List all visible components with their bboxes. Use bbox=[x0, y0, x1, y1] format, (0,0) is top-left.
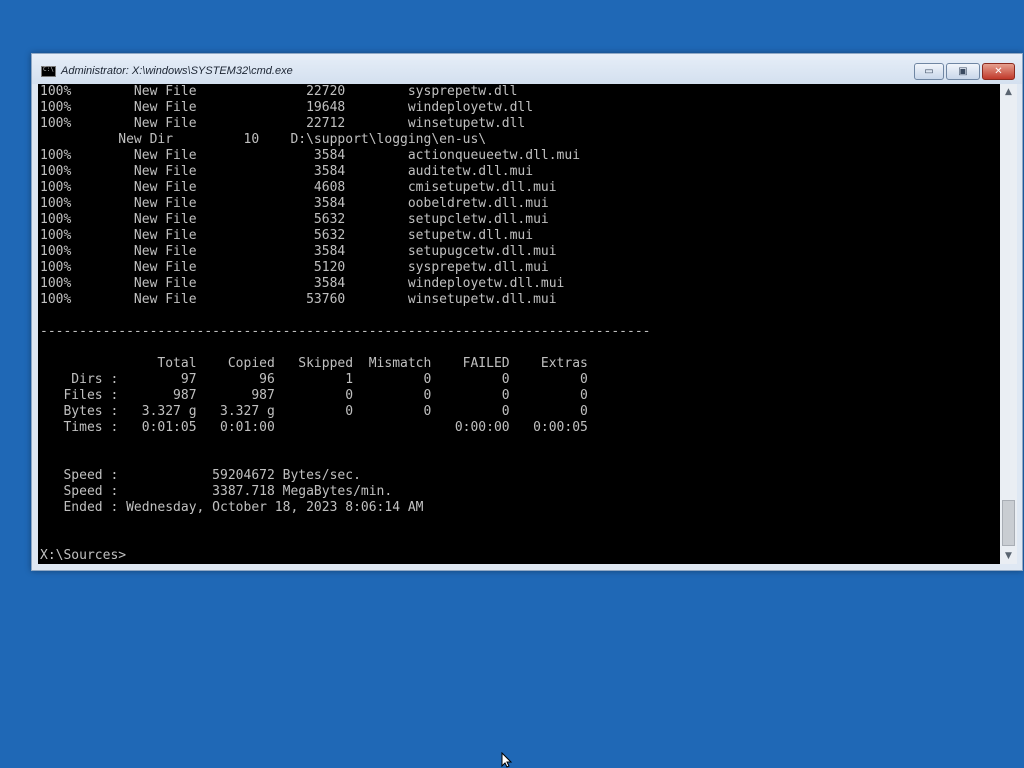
console-line: Total Copied Skipped Mismatch FAILED Ext… bbox=[40, 356, 588, 371]
desktop-background: Administrator: X:\windows\SYSTEM32\cmd.e… bbox=[0, 0, 1024, 768]
console-area[interactable]: 100% New File 22720 sysprepetw.dll 100% … bbox=[38, 84, 1000, 564]
console-line: 100% New File 3584 setupugcetw.dll.mui bbox=[40, 244, 557, 259]
console-line: 100% New File 3584 actionqueueetw.dll.mu… bbox=[40, 148, 581, 163]
console-line: X:\Sources> bbox=[40, 548, 127, 563]
console-line: 100% New File 5632 setupetw.dll.mui bbox=[40, 228, 534, 243]
console-line: 100% New File 53760 winsetupetw.dll.mui bbox=[40, 292, 557, 307]
window-title: Administrator: X:\windows\SYSTEM32\cmd.e… bbox=[61, 65, 293, 77]
console-line: Speed : 3387.718 MegaBytes/min. bbox=[40, 484, 393, 499]
console-line: 100% New File 5632 setupcletw.dll.mui bbox=[40, 212, 549, 227]
close-button[interactable]: ✕ bbox=[982, 63, 1015, 80]
console-line: 100% New File 3584 windeployetw.dll.mui bbox=[40, 276, 565, 291]
cmd-window[interactable]: Administrator: X:\windows\SYSTEM32\cmd.e… bbox=[31, 53, 1023, 571]
title-bar[interactable]: Administrator: X:\windows\SYSTEM32\cmd.e… bbox=[32, 54, 1022, 84]
console-line: 100% New File 3584 oobeldretw.dll.mui bbox=[40, 196, 549, 211]
console-line: Dirs : 97 96 1 0 0 0 bbox=[40, 372, 588, 387]
scroll-down-icon[interactable]: ▼ bbox=[1000, 548, 1017, 564]
console-line: Ended : Wednesday, October 18, 2023 8:06… bbox=[40, 500, 424, 515]
cmd-app-icon bbox=[41, 66, 56, 77]
console-line: 100% New File 22712 winsetupetw.dll bbox=[40, 116, 526, 131]
vertical-scrollbar[interactable]: ▲ ▼ bbox=[1000, 84, 1017, 564]
console-line: 100% New File 5120 sysprepetw.dll.mui bbox=[40, 260, 549, 275]
console-line: Times : 0:01:05 0:01:00 0:00:00 0:00:05 bbox=[40, 420, 588, 435]
mouse-pointer-icon bbox=[501, 752, 513, 768]
console-line: New Dir 10 D:\support\logging\en-us\ bbox=[40, 132, 487, 147]
console-line: ----------------------------------------… bbox=[40, 324, 651, 339]
console-line: 100% New File 19648 windeployetw.dll bbox=[40, 100, 534, 115]
console-line: 100% New File 4608 cmisetupetw.dll.mui bbox=[40, 180, 557, 195]
console-output[interactable]: 100% New File 22720 sysprepetw.dll 100% … bbox=[40, 84, 650, 564]
console-line: Speed : 59204672 Bytes/sec. bbox=[40, 468, 361, 483]
scroll-up-icon[interactable]: ▲ bbox=[1000, 84, 1017, 100]
console-line: 100% New File 22720 sysprepetw.dll bbox=[40, 84, 518, 99]
maximize-button[interactable]: ▣ bbox=[946, 63, 980, 80]
scroll-thumb[interactable] bbox=[1002, 500, 1015, 546]
minimize-button[interactable]: ▭ bbox=[914, 63, 944, 80]
console-line: Files : 987 987 0 0 0 0 bbox=[40, 388, 588, 403]
console-line: Bytes : 3.327 g 3.327 g 0 0 0 0 bbox=[40, 404, 588, 419]
console-line: 100% New File 3584 auditetw.dll.mui bbox=[40, 164, 534, 179]
